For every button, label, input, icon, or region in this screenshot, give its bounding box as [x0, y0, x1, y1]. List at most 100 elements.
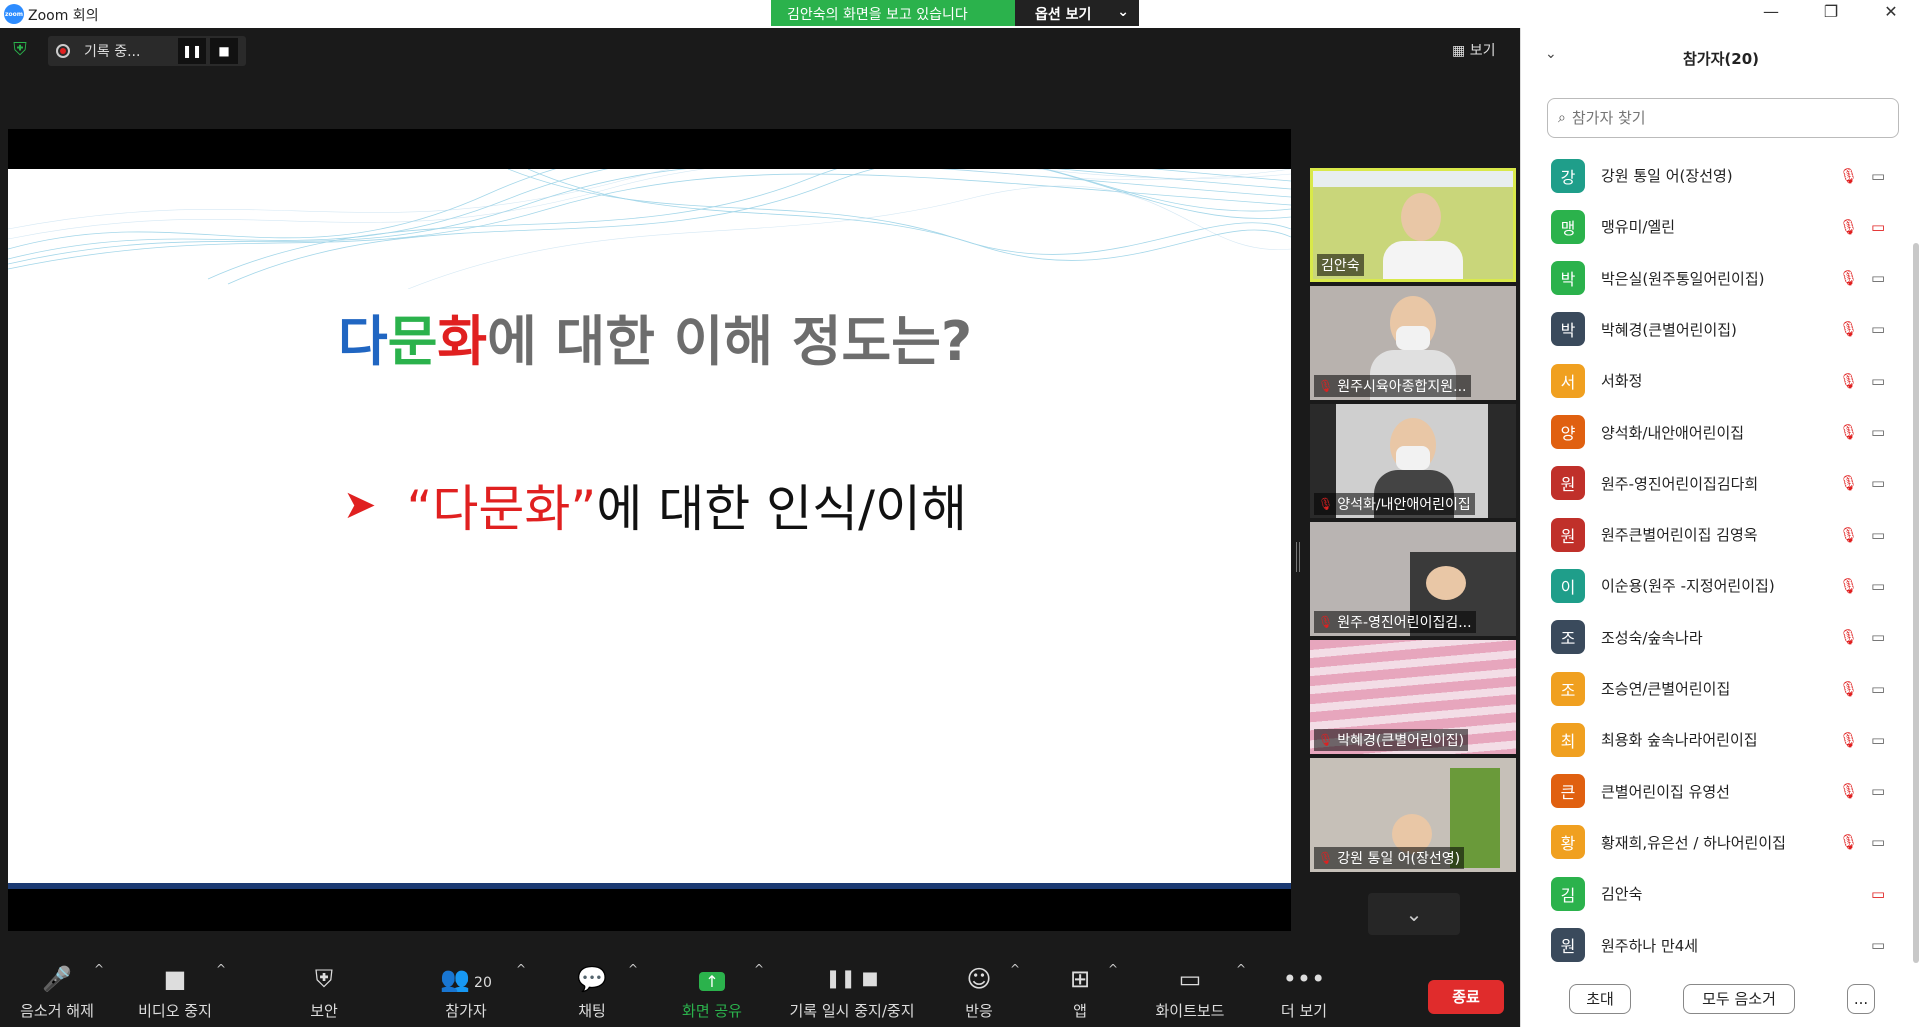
avatar: 조 [1551, 671, 1585, 706]
video-tile[interactable]: 김안숙 [1310, 168, 1516, 282]
camera-off-icon[interactable]: ▭ [1871, 885, 1885, 903]
mute-all-button[interactable]: 모두 음소거 [1683, 984, 1795, 1014]
whiteboard-label: 화이트보드 [1155, 1002, 1225, 1020]
next-thumbnails-button[interactable]: ⌄ [1368, 893, 1460, 935]
participant-search-input[interactable] [1571, 109, 1872, 127]
end-meeting-button[interactable]: 종료 [1428, 980, 1504, 1014]
shared-screen: 다문화에 대한 이해 정도는? ➤ “다문화” 에 대한 인식/이해 [8, 129, 1291, 931]
apps-button[interactable]: ⊞ 앱 ^ [1060, 960, 1118, 1027]
mic-off-icon[interactable]: 🎙 [1839, 782, 1858, 800]
participant-row[interactable]: 김 김안숙 ▭ [1521, 868, 1901, 919]
panel-scrollbar[interactable] [1913, 243, 1919, 963]
caret-up-icon[interactable]: ^ [1010, 962, 1020, 976]
participant-row[interactable]: 강 강원 통일 어(장선영) 🎙 ▭ [1521, 150, 1901, 201]
mic-off-icon[interactable]: 🎙 [1839, 423, 1858, 441]
participant-row[interactable]: 원 원주큰별어린이집 김영옥 🎙 ▭ [1521, 509, 1901, 560]
video-tile[interactable]: 🎙 강원 통일 어(장선영) [1310, 758, 1516, 872]
mic-off-icon[interactable]: 🎙 [1839, 680, 1858, 698]
camera-icon[interactable]: ▭ [1871, 526, 1885, 544]
video-tile[interactable]: 🎙 원주시육아종합지원... [1310, 286, 1516, 400]
mic-off-icon[interactable]: 🎙 [1839, 269, 1858, 287]
participant-row[interactable]: 최 최용화 숲속나라어린이집 🎙 ▭ [1521, 714, 1901, 765]
participant-row[interactable]: 이 이순용(원주 -지정어린이집) 🎙 ▭ [1521, 560, 1901, 611]
camera-icon[interactable]: ▭ [1871, 782, 1885, 800]
security-button[interactable]: ⛨ 보안 [296, 960, 352, 1027]
participant-row[interactable]: 황 황재희,유은선 / 하나어린이집 🎙 ▭ [1521, 817, 1901, 868]
participant-row[interactable]: 서 서화정 🎙 ▭ [1521, 355, 1901, 406]
face-mask [1396, 446, 1430, 470]
participants-icon: 👥 20 [440, 965, 492, 993]
participant-row[interactable]: 맹 맹유미/엘린 🎙 ▭ [1521, 201, 1901, 252]
stop-video-button[interactable]: ■ 비디오 중지 ^ [132, 960, 226, 1027]
mic-off-icon[interactable]: 🎙 [1839, 167, 1858, 185]
video-tile[interactable]: 🎙 원주-영진어린이집김... [1310, 522, 1516, 636]
mic-off-icon[interactable]: 🎙 [1839, 731, 1858, 749]
view-button[interactable]: ▦ 보기 [1452, 40, 1495, 60]
unmute-button[interactable]: 🎤 음소거 해제 ^ [14, 960, 104, 1027]
camera-icon[interactable]: ▭ [1871, 423, 1885, 441]
camera-icon[interactable]: ▭ [1871, 320, 1885, 338]
camera-icon[interactable]: ▭ [1871, 833, 1885, 851]
participant-row[interactable]: 양 양석화/내안애어린이집 🎙 ▭ [1521, 407, 1901, 458]
camera-icon[interactable]: ▭ [1871, 628, 1885, 646]
maximize-button[interactable]: ❐ [1806, 2, 1856, 21]
caret-up-icon[interactable]: ^ [628, 962, 638, 976]
camera-icon[interactable]: ▭ [1871, 731, 1885, 749]
stop-recording-button[interactable]: ■ [210, 38, 238, 64]
panel-more-button[interactable]: ... [1847, 984, 1875, 1014]
encryption-shield-icon[interactable]: ⛨ [8, 39, 32, 63]
caret-up-icon[interactable]: ^ [754, 962, 764, 976]
camera-icon[interactable]: ▭ [1871, 680, 1885, 698]
invite-button[interactable]: 초대 [1569, 984, 1631, 1014]
camera-icon[interactable]: ▭ [1871, 372, 1885, 390]
more-button[interactable]: ••• 더 보기 [1272, 960, 1336, 1027]
mic-off-icon[interactable]: 🎙 [1839, 474, 1858, 492]
camera-icon[interactable]: ▭ [1871, 936, 1885, 954]
reactions-button[interactable]: ☺ 반응 ^ [954, 960, 1020, 1027]
participant-name: 원주큰별어린이집 김영옥 [1601, 526, 1758, 545]
avatar: 서 [1551, 363, 1585, 398]
participant-row[interactable]: 큰 큰별어린이집 유영선 🎙 ▭ [1521, 766, 1901, 817]
caret-up-icon[interactable]: ^ [516, 962, 526, 976]
camera-icon[interactable]: ▭ [1871, 167, 1885, 185]
panel-splitter-handle[interactable] [1296, 542, 1300, 572]
camera-icon[interactable]: ▭ [1871, 577, 1885, 595]
participant-row[interactable]: 박 박혜경(큰별어린이집) 🎙 ▭ [1521, 304, 1901, 355]
mic-off-icon[interactable]: 🎙 [1839, 628, 1858, 646]
participant-row[interactable]: 조 조성숙/숲속나라 🎙 ▭ [1521, 612, 1901, 663]
mic-off-icon[interactable]: 🎙 [1839, 526, 1858, 544]
participants-panel: ⌄ 참가자(20) ⌕ 강 강원 통일 어(장선영) 🎙 ▭ 맹 맹유미/엘린 🎙 ▭ 박 박은실… [1520, 28, 1920, 1027]
caret-up-icon[interactable]: ^ [94, 962, 104, 976]
close-button[interactable]: ✕ [1866, 2, 1916, 21]
minimize-button[interactable]: — [1746, 2, 1796, 21]
participant-search[interactable]: ⌕ [1547, 98, 1899, 138]
caret-up-icon[interactable]: ^ [216, 962, 226, 976]
pause-recording-button[interactable]: ❚❚ [178, 38, 206, 64]
chat-button[interactable]: 💬 채팅 ^ [564, 960, 638, 1027]
participant-row[interactable]: 조 조승연/큰별어린이집 🎙 ▭ [1521, 663, 1901, 714]
record-pause-stop-button[interactable]: ❚❚ ■ 기록 일시 중지/중지 [782, 960, 922, 1027]
participant-row[interactable]: 원 원주하나 만4세 ▭ [1521, 920, 1901, 971]
camera-icon[interactable]: ▭ [1871, 474, 1885, 492]
mic-off-icon[interactable]: 🎙 [1839, 372, 1858, 390]
caret-up-icon[interactable]: ^ [1108, 962, 1118, 976]
participant-name: 조성숙/숲속나라 [1601, 628, 1703, 647]
share-screen-button[interactable]: ↑ 화면 공유 ^ [674, 960, 764, 1027]
mic-off-icon[interactable]: 🎙 [1839, 320, 1858, 338]
caret-up-icon[interactable]: ^ [1236, 962, 1246, 976]
participant-row[interactable]: 원 원주-영진어린이집김다희 🎙 ▭ [1521, 458, 1901, 509]
video-tile[interactable]: 🎙 박혜경(큰별어린이집) [1310, 640, 1516, 754]
mic-off-icon[interactable]: 🎙 [1839, 833, 1858, 851]
video-tile-name: 🎙 원주시육아종합지원... [1314, 375, 1471, 397]
mic-off-icon[interactable]: 🎙 [1839, 218, 1858, 236]
whiteboard-button[interactable]: ▭ 화이트보드 ^ [1148, 960, 1246, 1027]
participant-name: 큰별어린이집 유영선 [1601, 782, 1730, 801]
mic-off-icon[interactable]: 🎙 [1839, 577, 1858, 595]
view-options-button[interactable]: 옵션 보기 ⌄ [1015, 0, 1139, 26]
participant-row[interactable]: 박 박은실(원주통일어린이집) 🎙 ▭ [1521, 253, 1901, 304]
participants-button[interactable]: 👥 20 참가자 ^ [430, 960, 526, 1027]
camera-off-icon[interactable]: ▭ [1871, 218, 1885, 236]
camera-icon[interactable]: ▭ [1871, 269, 1885, 287]
unmute-label: 음소거 해제 [20, 1002, 94, 1020]
video-tile[interactable]: 🎙 양석화/내안애어린이집 [1310, 404, 1516, 518]
